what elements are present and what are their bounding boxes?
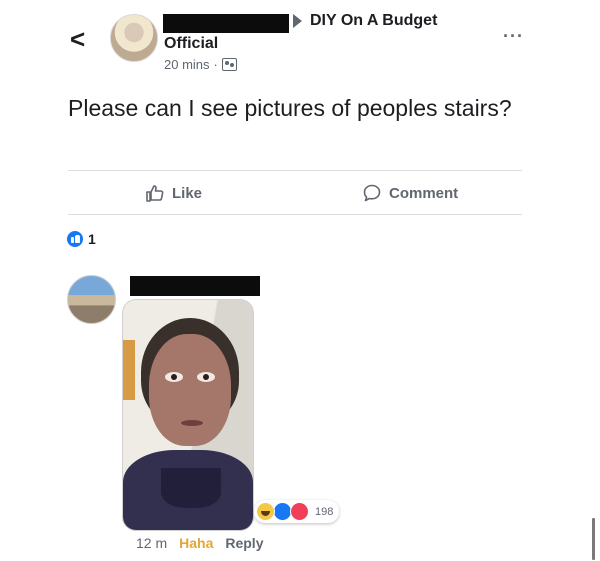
divider-bottom xyxy=(68,214,522,215)
comment-reactions[interactable]: 198 xyxy=(254,500,340,523)
photo-face xyxy=(149,334,231,446)
thumbs-up-icon xyxy=(146,185,164,202)
divider-top xyxy=(68,170,522,171)
author-name-redaction xyxy=(163,14,289,33)
comment-button[interactable]: Comment xyxy=(362,183,458,203)
reaction-summary-count: 1 xyxy=(88,231,96,247)
photo-shelf xyxy=(123,340,135,400)
commenter-avatar[interactable] xyxy=(67,275,116,324)
photo-collar xyxy=(161,468,221,508)
photo-left-eye xyxy=(165,372,183,382)
more-options-icon[interactable]: ··· xyxy=(503,26,524,47)
comment-label: Comment xyxy=(389,184,459,202)
comment-reply-button[interactable]: Reply xyxy=(225,535,263,551)
author-avatar[interactable] xyxy=(110,14,158,62)
post-text: Please can I see pictures of peoples sta… xyxy=(68,95,512,121)
photo-mouth xyxy=(181,420,203,426)
like-label: Like xyxy=(172,184,203,202)
comment-photo[interactable] xyxy=(122,299,254,531)
love-reaction-icon xyxy=(290,502,309,521)
like-reaction-icon xyxy=(67,231,83,247)
reaction-summary[interactable]: 1 xyxy=(67,231,96,247)
speech-bubble-icon xyxy=(363,184,381,202)
scrollbar[interactable] xyxy=(592,518,595,560)
triangle-arrow-icon xyxy=(293,14,302,28)
comment-meta: 12 m Haha Reply xyxy=(136,535,263,551)
commenter-name-redaction xyxy=(130,276,260,296)
back-button[interactable]: < xyxy=(70,26,85,52)
author-role-label: Official xyxy=(164,35,219,52)
meta-separator: · xyxy=(213,57,218,72)
post-timestamp[interactable]: 20 mins xyxy=(164,57,210,72)
like-button[interactable]: Like xyxy=(145,183,202,203)
group-privacy-icon xyxy=(221,58,237,71)
haha-reaction-icon xyxy=(256,502,275,521)
comment-reaction-count: 198 xyxy=(315,505,334,518)
group-name-link[interactable]: DIY On A Budget xyxy=(310,12,437,30)
photo-right-eye xyxy=(197,372,215,382)
post-meta: 20 mins · xyxy=(164,57,237,72)
comment-haha-button[interactable]: Haha xyxy=(179,535,213,551)
comment-timestamp[interactable]: 12 m xyxy=(136,535,167,551)
